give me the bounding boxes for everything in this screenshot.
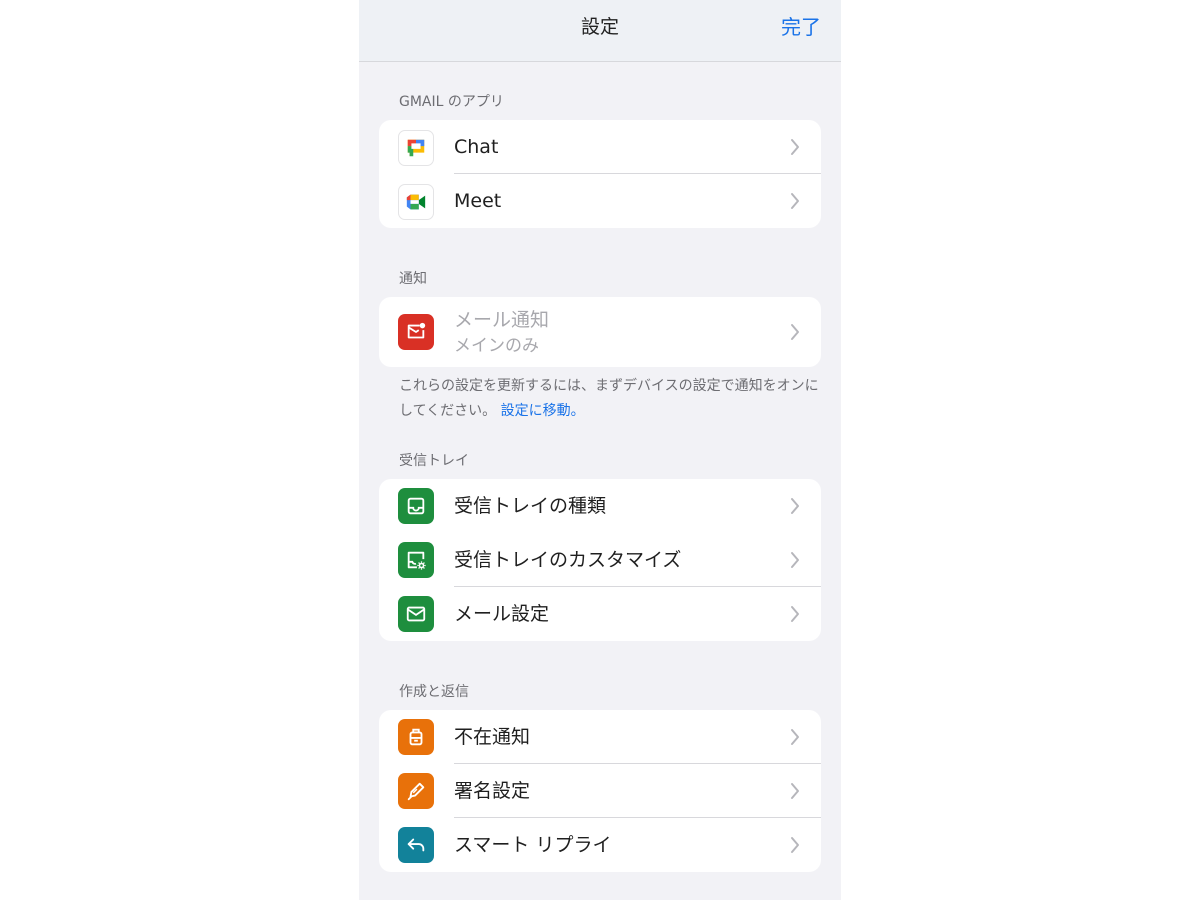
section-header-inbox: 受信トレイ <box>399 453 469 469</box>
row-vacation-responder[interactable]: 不在通知 <box>379 710 821 764</box>
pen-icon <box>398 773 434 809</box>
chevron-right-icon <box>791 552 799 568</box>
row-label: 不在通知 <box>454 726 531 748</box>
row-chat[interactable]: Chat <box>379 120 821 174</box>
row-label: メール設定 <box>454 603 550 625</box>
chevron-right-icon <box>791 324 799 340</box>
chevron-right-icon <box>791 729 799 745</box>
section-header-notifications: 通知 <box>399 271 427 287</box>
section-header-apps: GMAIL のアプリ <box>399 94 504 110</box>
chevron-right-icon <box>791 139 799 155</box>
done-button[interactable]: 完了 <box>781 13 821 41</box>
inbox-card: 受信トレイの種類 受信トレイのカスタマイズ メール設定 <box>379 479 821 641</box>
page-title: 設定 <box>580 16 619 38</box>
row-label: 署名設定 <box>454 780 531 802</box>
google-meet-icon <box>398 184 434 220</box>
envelope-icon <box>398 596 434 632</box>
notifications-card: メール通知 メインのみ <box>379 297 821 367</box>
row-label: 受信トレイの種類 <box>454 495 607 517</box>
row-signature[interactable]: 署名設定 <box>379 764 821 818</box>
row-label: 受信トレイのカスタマイズ <box>454 549 682 571</box>
go-to-settings-link[interactable]: 設定に移動。 <box>501 403 585 419</box>
chevron-right-icon <box>791 837 799 853</box>
row-sublabel: メインのみ <box>454 336 539 356</box>
mail-notification-icon <box>398 314 434 350</box>
row-mail-settings[interactable]: メール設定 <box>379 587 821 641</box>
row-inbox-customize[interactable]: 受信トレイのカスタマイズ <box>379 533 821 587</box>
row-label: メール通知 <box>454 309 550 331</box>
google-chat-icon <box>398 130 434 166</box>
chevron-right-icon <box>791 498 799 514</box>
row-label: Meet <box>454 190 502 212</box>
row-meet[interactable]: Meet <box>379 174 821 228</box>
chevron-right-icon <box>791 193 799 209</box>
row-inbox-type[interactable]: 受信トレイの種類 <box>379 479 821 533</box>
chevron-right-icon <box>791 606 799 622</box>
footnote-text: これらの設定を更新するには、まずデバイスの設定で通知をオンにしてください。 <box>399 378 819 419</box>
apps-card: Chat Meet <box>379 120 821 228</box>
navigation-bar: 設定 完了 <box>359 0 841 62</box>
row-label: スマート リプライ <box>454 834 612 856</box>
row-label: Chat <box>454 136 499 158</box>
settings-screen: 設定 完了 GMAIL のアプリ Chat Meet 通知 メール通知 メインの… <box>359 0 841 900</box>
inbox-tray-icon <box>398 488 434 524</box>
inbox-customize-icon <box>398 542 434 578</box>
row-mail-notification: メール通知 メインのみ <box>379 297 821 367</box>
section-header-compose: 作成と返信 <box>399 684 469 700</box>
luggage-icon <box>398 719 434 755</box>
compose-card: 不在通知 署名設定 スマート リプライ <box>379 710 821 872</box>
notification-footnote: これらの設定を更新するには、まずデバイスの設定で通知をオンにしてください。 設定… <box>399 374 819 424</box>
chevron-right-icon <box>791 783 799 799</box>
row-smart-reply[interactable]: スマート リプライ <box>379 818 821 872</box>
reply-arrow-icon <box>398 827 434 863</box>
